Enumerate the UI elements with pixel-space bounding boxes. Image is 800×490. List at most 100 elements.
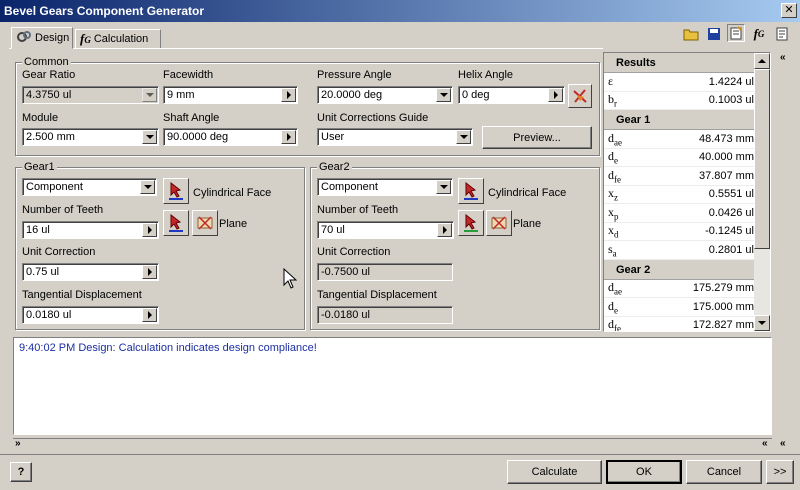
result-symbol-subscript: a	[612, 247, 617, 258]
helix-pick-button[interactable]	[568, 84, 592, 108]
calculate-button[interactable]: Calculate	[507, 460, 602, 484]
gear1-type-select[interactable]: Component	[22, 178, 157, 196]
result-symbol: dfe	[608, 168, 621, 184]
cancel-button[interactable]: Cancel	[686, 460, 762, 484]
gear1-face-pick-button[interactable]	[163, 178, 189, 204]
gear1-teeth-label: Number of Teeth	[22, 204, 104, 216]
help-button[interactable]: ?	[10, 462, 32, 482]
chevron-down-icon[interactable]	[456, 130, 471, 144]
chevron-down-icon	[142, 88, 157, 102]
preview-button[interactable]: Preview...	[482, 126, 592, 149]
helix-angle-label: Helix Angle	[458, 69, 514, 81]
gear1-plane-pick-button[interactable]	[163, 210, 189, 236]
module-label: Module	[22, 112, 59, 124]
pick-cross-icon	[573, 89, 587, 103]
gear1-tangential-label: Tangential Displacement	[22, 289, 142, 301]
module-select[interactable]: 2.500 mm	[22, 128, 159, 146]
gear2-unit-correction-field: -0.7500 ul	[317, 263, 453, 281]
gear2-plane-label: Plane	[513, 218, 542, 230]
helix-angle-field[interactable]: 0 deg	[458, 86, 565, 104]
result-symbol-subscript: ae	[614, 286, 622, 297]
gear2-face-label: Cylindrical Face	[488, 187, 567, 199]
result-symbol-subscript: e	[614, 304, 618, 315]
tab-design-label: Design	[35, 32, 70, 44]
function-settings-icon[interactable]: fG	[750, 25, 768, 43]
facewidth-field[interactable]: 9 mm	[163, 86, 298, 104]
report-icon[interactable]	[773, 25, 791, 43]
footer-divider	[0, 454, 800, 455]
scroll-up-arrow[interactable]	[754, 53, 770, 69]
gear1-plane-cross-button[interactable]	[192, 210, 218, 236]
gear2-tangential-label: Tangential Displacement	[317, 289, 437, 301]
gear2-plane-cross-button[interactable]	[486, 210, 512, 236]
arrow-right-icon[interactable]	[281, 130, 296, 144]
side-collapse-chevron-icon[interactable]: «	[780, 439, 786, 449]
results-panel[interactable]: Results ε 1.4224 ul br 0.1003 ul Gear 1 dae…	[603, 52, 771, 332]
result-symbol: xd	[608, 223, 619, 239]
arrow-right-icon[interactable]	[142, 265, 157, 279]
mouse-cursor-icon	[283, 267, 298, 293]
result-value: 0.0426 ul	[708, 206, 754, 219]
gear2-type-select[interactable]: Component	[317, 178, 453, 196]
tab-calculation[interactable]: fG Calculation	[75, 29, 161, 49]
results-scrollbar[interactable]	[754, 53, 770, 331]
ok-button[interactable]: OK	[606, 460, 682, 484]
result-symbol-subscript: fe	[614, 173, 621, 184]
arrow-right-icon[interactable]	[281, 88, 296, 102]
scroll-thumb[interactable]	[754, 69, 770, 249]
more-button[interactable]: >>	[766, 460, 794, 484]
design-guide-icon[interactable]	[727, 24, 745, 42]
result-symbol: de	[608, 149, 618, 165]
chevron-down-icon[interactable]	[436, 180, 451, 194]
expand-up-chevron-icon[interactable]: »	[15, 439, 21, 449]
gear1-face-label: Cylindrical Face	[193, 187, 272, 199]
collapse-results-chevron-icon[interactable]: «	[780, 53, 786, 63]
arrow-right-icon[interactable]	[142, 223, 157, 237]
result-value: 37.807 mm	[698, 169, 754, 182]
chevron-down-icon[interactable]	[142, 130, 157, 144]
result-symbol-subscript: p	[614, 210, 619, 221]
result-row: sa 0.2801 ul	[604, 241, 770, 260]
scroll-down-arrow[interactable]	[754, 315, 770, 331]
result-value: 0.2801 ul	[708, 243, 754, 256]
arrow-right-icon[interactable]	[437, 223, 452, 237]
results-gear1-header: Gear 1	[604, 110, 770, 130]
gear1-unit-correction-field[interactable]: 0.75 ul	[22, 263, 159, 281]
tab-design[interactable]: Design	[11, 27, 73, 49]
result-row: de 175.000 mm	[604, 298, 770, 317]
result-symbol: sa	[608, 242, 617, 258]
gear1-tangential-field[interactable]: 0.0180 ul	[22, 306, 159, 324]
chevron-down-icon[interactable]	[436, 88, 451, 102]
close-button[interactable]: ✕	[781, 3, 797, 18]
chevron-down-icon[interactable]	[140, 180, 155, 194]
gear-ratio-field[interactable]: 4.3750 ul	[22, 86, 159, 104]
splitter[interactable]	[13, 438, 772, 448]
result-row: dfe 172.827 mm	[604, 317, 770, 331]
gear2-plane-pick-button[interactable]	[458, 210, 484, 236]
result-value: 40.000 mm	[698, 151, 754, 164]
pressure-angle-select[interactable]: 20.0000 deg	[317, 86, 453, 104]
shaft-angle-field[interactable]: 90.0000 deg	[163, 128, 298, 146]
gear1-plane-label: Plane	[219, 218, 248, 230]
facewidth-label: Facewidth	[163, 69, 214, 81]
gear-ratio-label: Gear Ratio	[22, 69, 76, 81]
gear2-teeth-field[interactable]: 70 ul	[317, 221, 454, 239]
open-folder-icon[interactable]	[682, 25, 700, 43]
result-symbol-subscript: d	[614, 229, 619, 240]
result-value: 48.473 mm	[698, 132, 754, 145]
result-symbol: dae	[608, 131, 622, 147]
collapse-chevron-icon[interactable]: «	[762, 439, 768, 449]
save-icon[interactable]	[705, 25, 723, 43]
results-gear1: dae 48.473 mm de 40.000 mm dfe 37.807 mm xz 0.5…	[604, 130, 770, 260]
gear1-teeth-field[interactable]: 16 ul	[22, 221, 159, 239]
result-row: dfe 37.807 mm	[604, 167, 770, 186]
result-row: xd -0.1245 ul	[604, 223, 770, 241]
arrow-right-icon[interactable]	[548, 88, 563, 102]
select-arrow-icon	[169, 213, 183, 232]
arrow-right-icon[interactable]	[142, 308, 157, 322]
result-value: -0.1245 ul	[705, 225, 754, 238]
message-text: 9:40:02 PM Design: Calculation indicates…	[19, 342, 317, 354]
gear2-face-pick-button[interactable]	[458, 178, 484, 204]
unit-corrections-guide-select[interactable]: User	[317, 128, 473, 146]
pick-cross-icon	[197, 216, 213, 230]
